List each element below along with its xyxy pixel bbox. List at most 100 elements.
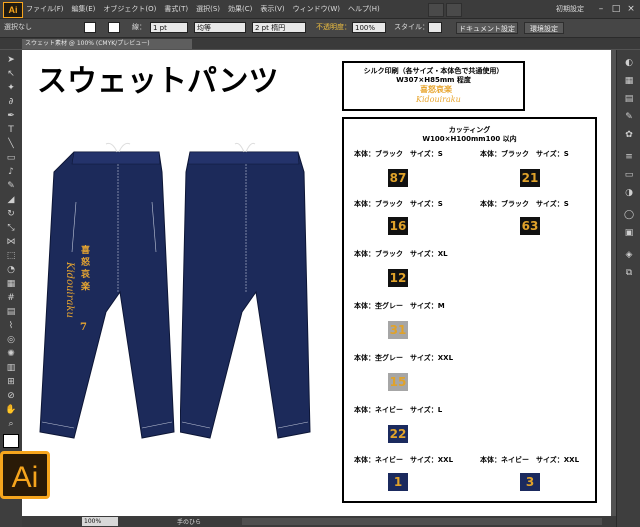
minimize-icon[interactable]: – — [594, 3, 608, 15]
maximize-icon[interactable]: □ — [609, 3, 623, 15]
stroke-swatch[interactable] — [108, 22, 120, 33]
cutting-item-label: 本体：杢グレー サイズ：XXL — [354, 354, 454, 362]
menu-effect[interactable]: 効果(C) — [228, 4, 252, 14]
scale-tool-icon[interactable]: ⤡ — [3, 222, 19, 235]
menu-file[interactable]: ファイル(F) — [26, 4, 64, 14]
rectangle-tool-icon[interactable]: ▭ — [3, 152, 19, 165]
cutting-size: W100×H100mm100 以内 — [422, 135, 517, 143]
opacity-label[interactable]: 不透明度： — [316, 22, 351, 32]
eyedropper-tool-icon[interactable]: ⌇ — [3, 320, 19, 333]
bridge-button[interactable] — [428, 3, 444, 17]
zoom-level[interactable]: 100% — [82, 517, 118, 526]
symbols-panel-icon[interactable]: ✿ — [621, 128, 637, 142]
graph-tool-icon[interactable]: ▥ — [3, 362, 19, 375]
artboard: スウェットパンツ 喜 怒 哀 楽 Kidouiraku 7 シルク印刷（各サイズ… — [22, 50, 611, 516]
stroke-panel-icon[interactable]: ≡ — [621, 150, 637, 164]
mesh-tool-icon[interactable]: # — [3, 292, 19, 305]
transparency-panel-icon[interactable]: ◑ — [621, 186, 637, 200]
brush-select[interactable]: 2 pt 楕円 — [252, 22, 306, 33]
selection-status: 選択なし — [4, 23, 32, 31]
gradient-tool-icon[interactable]: ▤ — [3, 306, 19, 319]
free-transform-tool-icon[interactable]: ⬚ — [3, 250, 19, 263]
lasso-tool-icon[interactable]: ∂ — [3, 96, 19, 109]
current-tool-label: 手のひら — [177, 519, 202, 526]
canvas[interactable]: スウェットパンツ 喜 怒 哀 楽 Kidouiraku 7 シルク印刷（各サイズ… — [22, 50, 616, 517]
cutting-item-label: 本体：ブラック サイズ：S — [480, 200, 569, 208]
cutting-box: カッティング W100×H100mm100 以内 本体：ブラック サイズ：S 8… — [342, 117, 597, 503]
gradient-panel-icon[interactable]: ▭ — [621, 168, 637, 182]
pants-front-illustration — [39, 142, 175, 439]
pencil-tool-icon[interactable]: ✎ — [3, 180, 19, 193]
menu-select[interactable]: 選択(S) — [196, 4, 220, 14]
document-tab-bar: スウェット素材 @ 100% (CMYK/プレビュー) — [0, 38, 640, 49]
appearance-panel-icon[interactable]: ◯ — [621, 208, 637, 222]
cutting-number-swatch: 15 — [388, 373, 408, 391]
cutting-item-label: 本体：杢グレー サイズ：M — [354, 302, 445, 310]
style-label: スタイル： — [394, 23, 429, 31]
cutting-number-swatch: 22 — [388, 425, 408, 443]
horizontal-scrollbar[interactable] — [242, 518, 602, 525]
app-logo: Ai — [3, 2, 23, 18]
cutting-item-label: 本体：ネイビー サイズ：L — [354, 406, 443, 414]
rotate-tool-icon[interactable]: ↻ — [3, 208, 19, 221]
swatches-panel-icon[interactable]: ▤ — [621, 92, 637, 106]
perspective-grid-tool-icon[interactable]: ▦ — [3, 278, 19, 291]
color-panel-icon[interactable]: ◐ — [621, 56, 637, 70]
cutting-number-swatch: 63 — [520, 217, 540, 235]
panel-dock: ◐ ▦ ▤ ✎ ✿ ≡ ▭ ◑ ◯ ▣ ◈ ⧉ — [616, 50, 640, 527]
layers-panel-icon[interactable]: ◈ — [621, 248, 637, 262]
artboard-tool-icon[interactable]: ⊞ — [3, 376, 19, 389]
cutting-number-swatch: 3 — [520, 473, 540, 491]
selection-tool-icon[interactable]: ➤ — [3, 54, 19, 67]
cutting-number-swatch: 21 — [520, 169, 540, 187]
illustrator-logo: Ai — [0, 451, 50, 499]
menu-window[interactable]: ウィンドウ(W) — [293, 4, 340, 14]
product-title: スウェットパンツ — [37, 64, 279, 99]
workspace-switcher[interactable]: 初期設定 — [556, 4, 584, 14]
type-tool-icon[interactable]: T — [3, 124, 19, 137]
line-tool-icon[interactable]: ╲ — [3, 138, 19, 151]
color-guide-icon[interactable]: ▦ — [621, 74, 637, 88]
silk-print-box: シルク印刷（各サイズ・本体色で共通使用） W307×H85mm 程度 喜怒哀楽 … — [342, 61, 525, 111]
close-icon[interactable]: × — [624, 3, 638, 15]
magic-wand-tool-icon[interactable]: ✦ — [3, 82, 19, 95]
eraser-tool-icon[interactable]: ◢ — [3, 194, 19, 207]
fill-swatch[interactable] — [84, 22, 96, 33]
cutting-item-label: 本体：ブラック サイズ：S — [480, 150, 569, 158]
direct-selection-tool-icon[interactable]: ↖ — [3, 68, 19, 81]
width-tool-icon[interactable]: ⋈ — [3, 236, 19, 249]
fill-color-icon[interactable] — [3, 434, 19, 448]
stroke-label: 線： — [132, 23, 146, 31]
menu-edit[interactable]: 編集(E) — [72, 4, 96, 14]
document-setup-button[interactable]: ドキュメント設定 — [456, 22, 518, 34]
zoom-tool-icon[interactable]: ⌕ — [3, 418, 19, 431]
pen-tool-icon[interactable]: ✒ — [3, 110, 19, 123]
menu-type[interactable]: 書式(T) — [164, 4, 188, 14]
menu-help[interactable]: ヘルプ(H) — [348, 4, 380, 14]
status-bar: 100% 手のひら — [22, 516, 616, 527]
pants-print-number: 7 — [80, 322, 87, 333]
graphic-styles-icon[interactable]: ▣ — [621, 226, 637, 240]
cutting-item-label: 本体：ブラック サイズ：S — [354, 200, 443, 208]
menu-list: ファイル(F) 編集(E) オブジェクト(O) 書式(T) 選択(S) 効果(C… — [26, 4, 380, 14]
pants-print-kanji: 喜 怒 哀 楽 — [79, 245, 89, 291]
menu-view[interactable]: 表示(V) — [260, 4, 284, 14]
preferences-button[interactable]: 環境設定 — [524, 22, 564, 34]
style-swatch[interactable] — [428, 22, 442, 33]
stroke-weight-field[interactable]: 1 pt — [150, 22, 188, 33]
symbol-sprayer-tool-icon[interactable]: ✺ — [3, 348, 19, 361]
slice-tool-icon[interactable]: ⊘ — [3, 390, 19, 403]
cutting-number-swatch: 1 — [388, 473, 408, 491]
opacity-field[interactable]: 100% — [352, 22, 386, 33]
arrange-button[interactable] — [446, 3, 462, 17]
blend-tool-icon[interactable]: ◎ — [3, 334, 19, 347]
document-tab[interactable]: スウェット素材 @ 100% (CMYK/プレビュー) — [22, 39, 192, 49]
paintbrush-tool-icon[interactable]: ♪ — [3, 166, 19, 179]
brushes-panel-icon[interactable]: ✎ — [621, 110, 637, 124]
artboards-panel-icon[interactable]: ⧉ — [621, 266, 637, 280]
cutting-item-label: 本体：ネイビー サイズ：XXL — [354, 456, 454, 464]
stroke-profile-select[interactable]: 均等 — [194, 22, 246, 33]
menu-object[interactable]: オブジェクト(O) — [103, 4, 156, 14]
shape-builder-tool-icon[interactable]: ◔ — [3, 264, 19, 277]
hand-tool-icon[interactable]: ✋ — [3, 404, 19, 417]
